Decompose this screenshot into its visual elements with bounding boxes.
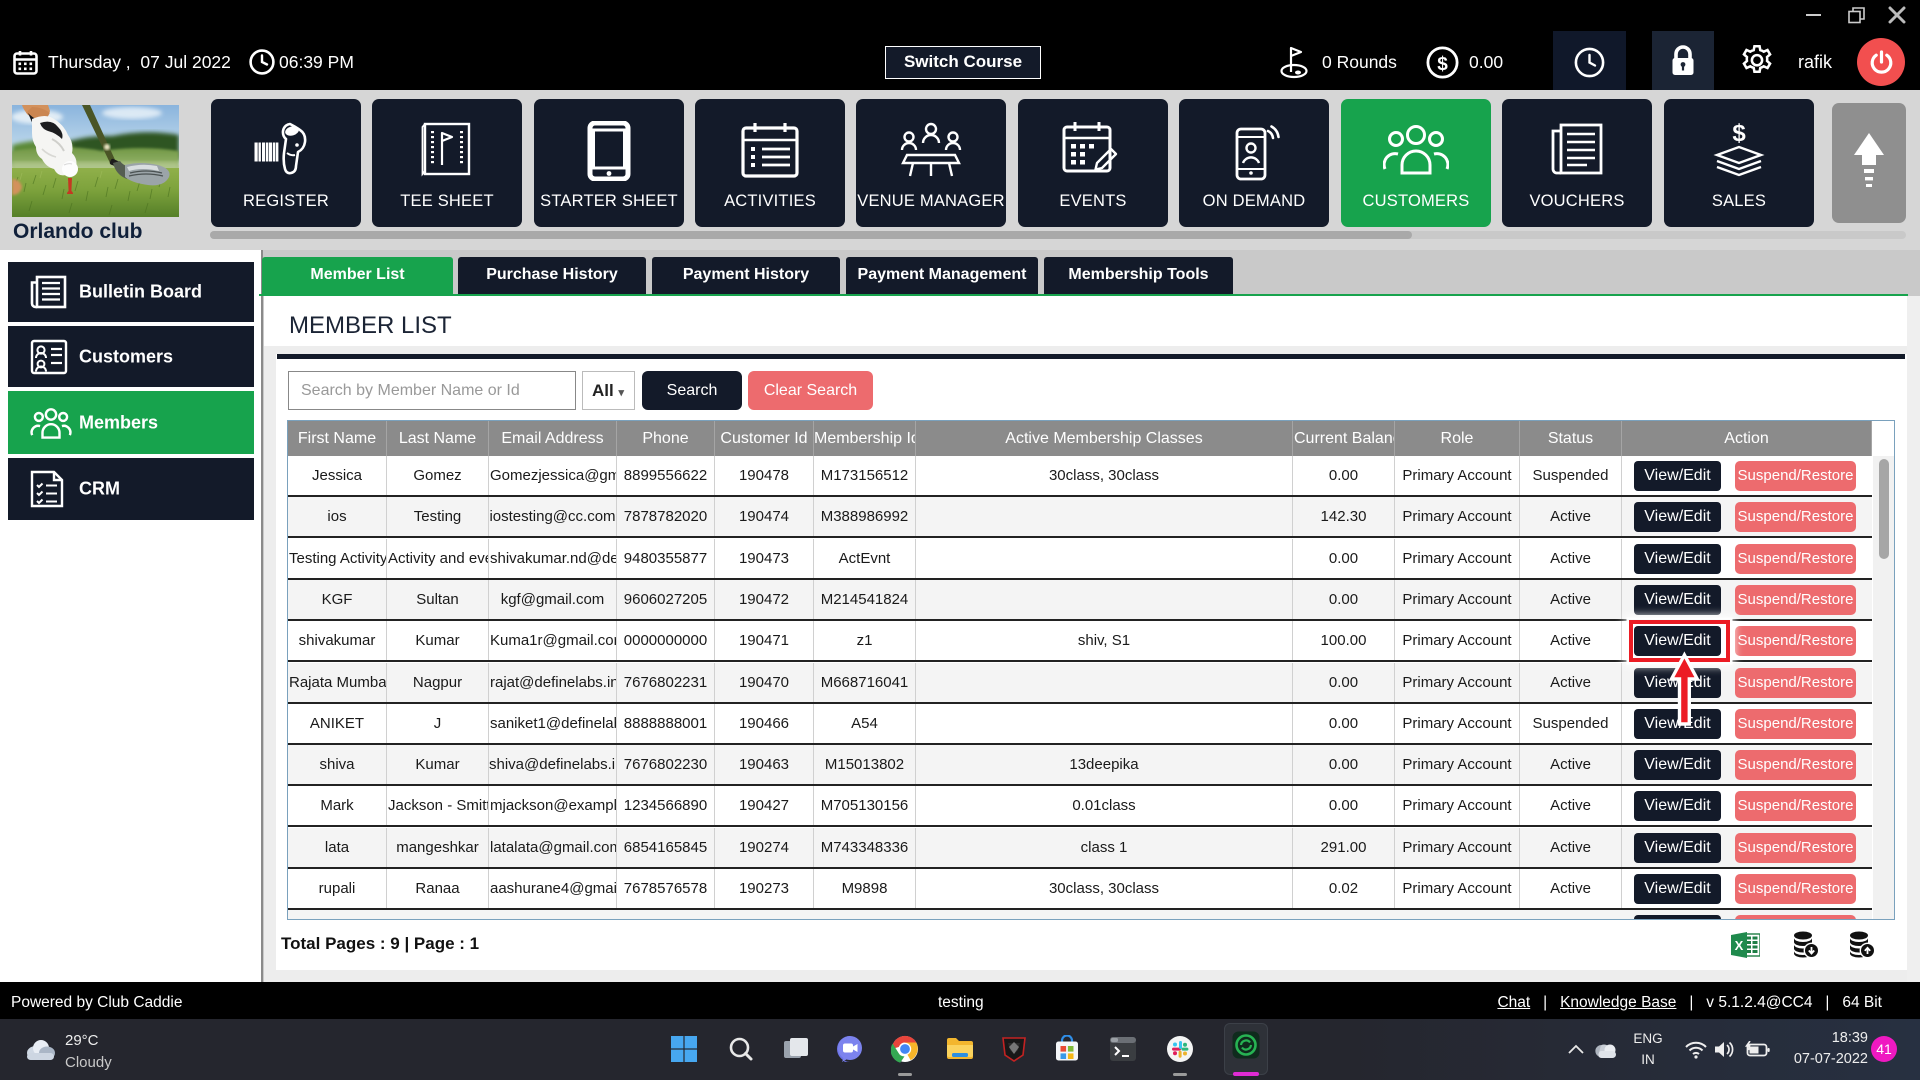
svg-text:X: X [1735,938,1744,953]
svg-text:$: $ [1732,121,1746,147]
svg-text:$: $ [1437,54,1448,75]
